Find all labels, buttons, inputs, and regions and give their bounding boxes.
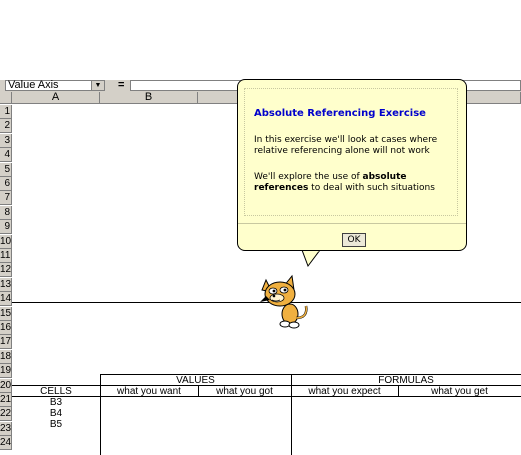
row-header-24[interactable]: 24 <box>0 436 12 451</box>
top-blank-area <box>0 0 521 81</box>
name-box-value: Value Axis <box>8 79 59 91</box>
row-header-17[interactable]: 17 <box>0 335 12 350</box>
what-you-want-header: what you want <box>117 386 181 397</box>
row-header-22[interactable]: 22 <box>0 407 12 422</box>
formula-equals-sign: = <box>118 79 125 91</box>
cat-assistant-icon[interactable] <box>252 272 314 332</box>
select-all-corner[interactable] <box>0 92 12 104</box>
balloon-separator <box>238 223 466 224</box>
row-header-13[interactable]: 13 <box>0 277 12 292</box>
row-header-5[interactable]: 5 <box>0 162 12 177</box>
row-header-19[interactable]: 19 <box>0 364 12 379</box>
what-you-got-header: what you got <box>216 386 273 397</box>
assistant-balloon: Absolute Referencing Exercise In this ex… <box>237 79 467 251</box>
row-header-20[interactable]: 20 <box>0 378 12 393</box>
row-header-14[interactable]: 14 <box>0 292 12 307</box>
balloon-paragraph-2: We'll explore the use of absolute refere… <box>254 172 454 194</box>
column-header-b[interactable]: B <box>100 92 198 104</box>
cells-column-header: CELLS <box>40 386 72 397</box>
row-header-4[interactable]: 4 <box>0 148 12 163</box>
row-header-11[interactable]: 11 <box>0 249 12 263</box>
row-header-2[interactable]: 2 <box>0 119 12 134</box>
row-header-8[interactable]: 8 <box>0 205 12 220</box>
column-header-a[interactable]: A <box>12 92 100 104</box>
ok-button[interactable]: OK <box>342 233 366 247</box>
cell-ref-b3: B3 <box>49 397 63 408</box>
row-header-15[interactable]: 15 <box>0 306 12 321</box>
balloon-paragraph-1: In this exercise we'll look at cases whe… <box>254 135 438 156</box>
row-header-18[interactable]: 18 <box>0 349 12 364</box>
row-header-12[interactable]: 12 <box>0 263 12 278</box>
row-header-21[interactable]: 21 <box>0 393 12 407</box>
row-header-23[interactable]: 23 <box>0 421 12 436</box>
balloon-paragraph-2-suffix: to deal with such situations <box>308 183 435 193</box>
cell-ref-b4: B4 <box>49 408 63 419</box>
row-header-6[interactable]: 6 <box>0 177 12 191</box>
what-you-get-header: what you get <box>431 386 488 397</box>
balloon-title: Absolute Referencing Exercise <box>254 108 426 119</box>
what-you-expect-header: what you expect <box>308 386 381 397</box>
balloon-paragraph-2-prefix: We'll explore the use of <box>254 172 363 182</box>
chevron-down-icon[interactable]: ▼ <box>91 81 104 90</box>
cell-ref-b5: B5 <box>49 419 63 430</box>
formulas-group-header: FORMULAS <box>378 375 434 386</box>
row-header-1[interactable]: 1 <box>0 105 12 119</box>
row-header-7[interactable]: 7 <box>0 191 12 206</box>
row-header-3[interactable]: 3 <box>0 133 12 148</box>
row-header-16[interactable]: 16 <box>0 321 12 335</box>
values-group-header: VALUES <box>176 375 215 386</box>
row-header-10[interactable]: 10 <box>0 234 12 249</box>
name-box[interactable]: Value Axis ▼ <box>5 80 105 91</box>
row-header-9[interactable]: 9 <box>0 220 12 235</box>
callout-tail <box>301 250 321 268</box>
